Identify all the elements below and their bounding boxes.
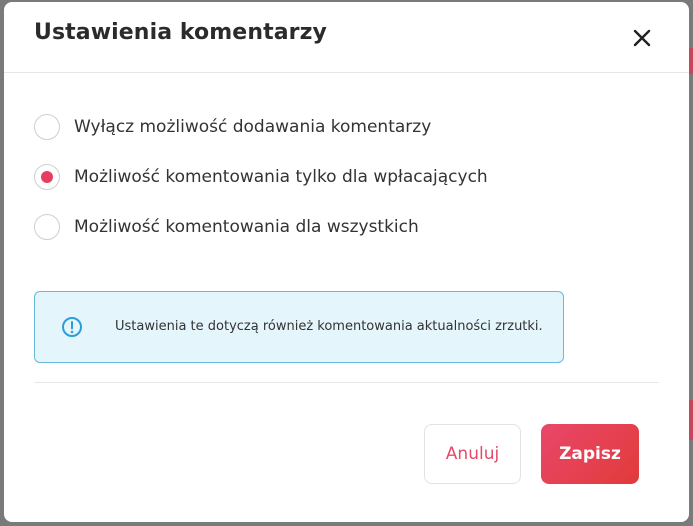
radio-button[interactable] — [34, 114, 60, 140]
radio-button-checked[interactable] — [34, 164, 60, 190]
backdrop — [689, 400, 693, 440]
info-text: Ustawienia te dotyczą również komentowan… — [115, 319, 543, 334]
radio-button[interactable] — [34, 214, 60, 240]
save-button[interactable]: Zapisz — [541, 424, 639, 484]
dialog-header: Ustawienia komentarzy — [4, 2, 689, 73]
divider — [34, 382, 659, 383]
info-box: Ustawienia te dotyczą również komentowan… — [34, 291, 564, 363]
close-button[interactable] — [630, 26, 654, 50]
cancel-button[interactable]: Anuluj — [424, 424, 521, 484]
dialog-title: Ustawienia komentarzy — [34, 20, 327, 45]
comment-settings-dialog: Ustawienia komentarzy Wyłącz możliwość d… — [4, 2, 689, 522]
info-circle-icon — [62, 317, 82, 337]
option-label: Możliwość komentowania tylko dla wpłacaj… — [74, 167, 488, 187]
option-label: Wyłącz możliwość dodawania komentarzy — [74, 117, 432, 137]
close-icon — [633, 29, 651, 47]
option-label: Możliwość komentowania dla wszystkich — [74, 217, 419, 237]
